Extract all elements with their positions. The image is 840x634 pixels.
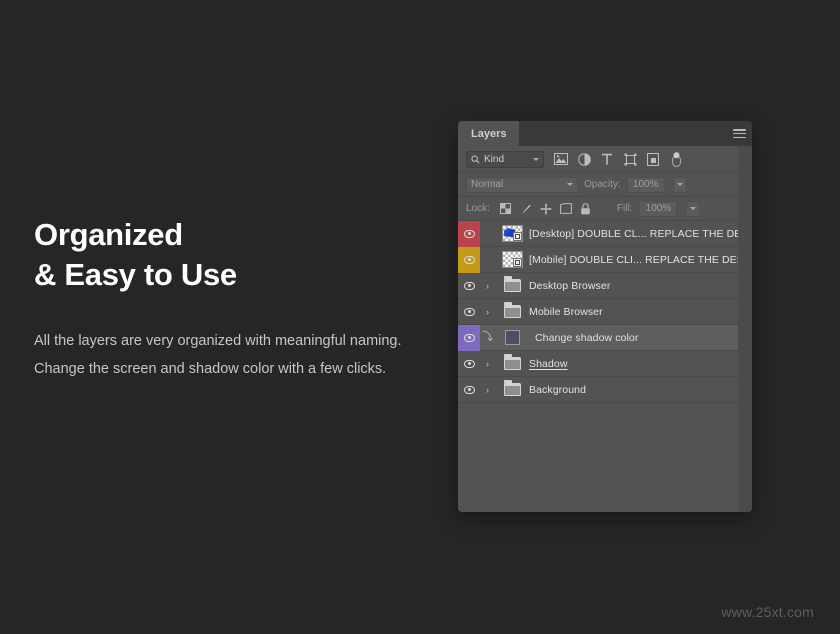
filter-type-icons bbox=[554, 151, 683, 167]
clipping-mask-icon: ⤵ bbox=[482, 331, 493, 343]
filter-toggle-switch-icon[interactable] bbox=[669, 151, 683, 167]
type-layer-filter-icon[interactable] bbox=[600, 152, 614, 166]
blend-mode-select[interactable]: Normal bbox=[466, 176, 578, 193]
layer-row[interactable]: [Desktop] DOUBLE CL... REPLACE THE DESIG… bbox=[458, 220, 752, 247]
layer-visibility-toggle[interactable] bbox=[458, 299, 480, 325]
layers-panel: Layers Kind Normal Opacity: 100% Lock: F… bbox=[458, 121, 752, 512]
group-disclosure-icon[interactable]: › bbox=[480, 281, 495, 291]
panel-menu-button[interactable] bbox=[726, 121, 752, 146]
layer-name-label[interactable]: [Desktop] DOUBLE CL... REPLACE THE DESIG… bbox=[529, 228, 752, 240]
opacity-input[interactable]: 100% bbox=[626, 176, 665, 193]
lock-image-pixels-icon[interactable] bbox=[520, 203, 532, 215]
fill-label: Fill: bbox=[616, 203, 633, 214]
hamburger-menu-icon bbox=[732, 129, 746, 138]
opacity-stepper[interactable] bbox=[672, 176, 687, 193]
opacity-label: Opacity: bbox=[584, 179, 621, 190]
solid-color-swatch[interactable] bbox=[495, 330, 529, 345]
layer-name-label[interactable]: Mobile Browser bbox=[529, 306, 752, 318]
lock-icon-group bbox=[500, 202, 592, 215]
eye-icon bbox=[463, 385, 475, 394]
eye-icon bbox=[463, 229, 475, 238]
lock-position-icon[interactable] bbox=[540, 202, 552, 215]
layer-row[interactable]: [Mobile] DOUBLE CLI... REPLACE THE DESIG… bbox=[458, 246, 752, 273]
layer-visibility-toggle[interactable] bbox=[458, 273, 480, 299]
folder-icon bbox=[495, 302, 529, 318]
tab-strip-spacer bbox=[519, 121, 726, 146]
layer-visibility-toggle[interactable] bbox=[458, 351, 480, 377]
pixel-layer-filter-icon[interactable] bbox=[554, 152, 568, 166]
group-disclosure-icon[interactable]: › bbox=[480, 359, 495, 369]
eye-icon bbox=[463, 307, 475, 316]
layer-name-label[interactable]: Desktop Browser bbox=[529, 280, 752, 292]
eye-icon bbox=[463, 281, 475, 290]
group-disclosure-icon[interactable]: › bbox=[480, 307, 495, 317]
layer-row[interactable]: › Desktop Browser bbox=[458, 273, 752, 299]
layer-name-label[interactable]: Background bbox=[529, 384, 752, 396]
lock-transparent-pixels-icon[interactable] bbox=[500, 203, 512, 215]
filter-kind-label: Kind bbox=[484, 153, 505, 165]
tab-layers[interactable]: Layers bbox=[458, 121, 520, 146]
slide-canvas: Organized & Easy to Use All the layers a… bbox=[0, 0, 840, 634]
blend-mode-row: Normal Opacity: 100% bbox=[458, 173, 752, 197]
layer-list: [Desktop] DOUBLE CL... REPLACE THE DESIG… bbox=[458, 220, 752, 403]
folder-icon bbox=[495, 276, 529, 292]
headline-line-2: & Easy to Use bbox=[34, 257, 237, 292]
folder-icon bbox=[495, 380, 529, 396]
description-paragraph: All the layers are very organized with m… bbox=[34, 333, 402, 377]
blend-mode-label: Normal bbox=[471, 179, 504, 190]
lock-row: Lock: Fill: 100% bbox=[458, 197, 752, 221]
layer-row[interactable]: › Shadow bbox=[458, 351, 752, 377]
chevron-down-icon bbox=[567, 183, 573, 186]
filter-kind-select[interactable]: Kind bbox=[466, 150, 544, 168]
smart-object-filter-icon[interactable] bbox=[646, 152, 660, 166]
search-icon bbox=[471, 154, 480, 163]
panel-tab-strip: Layers bbox=[458, 121, 752, 146]
shape-layer-filter-icon[interactable] bbox=[623, 152, 637, 166]
smart-object-badge-icon bbox=[512, 258, 522, 267]
layer-row[interactable]: › Mobile Browser bbox=[458, 299, 752, 325]
chevron-down-icon bbox=[533, 157, 539, 161]
chevron-down-icon bbox=[690, 207, 697, 210]
layer-thumbnail bbox=[495, 251, 529, 268]
marketing-copy-block: Organized & Easy to Use All the layers a… bbox=[34, 215, 414, 383]
layer-list-empty-area bbox=[458, 403, 752, 509]
panel-scroll-gutter[interactable] bbox=[738, 146, 752, 512]
watermark-text: www.25xt.com bbox=[721, 604, 814, 620]
adjustment-layer-filter-icon[interactable] bbox=[577, 152, 591, 166]
layer-row[interactable]: › Background bbox=[458, 377, 752, 403]
layer-thumbnail bbox=[495, 225, 529, 242]
layer-visibility-toggle[interactable] bbox=[458, 246, 480, 273]
layer-filter-row: Kind bbox=[458, 146, 752, 173]
layer-visibility-toggle[interactable] bbox=[458, 377, 480, 403]
folder-icon bbox=[495, 354, 529, 370]
eye-icon bbox=[463, 333, 475, 342]
layer-name-label[interactable]: Change shadow color bbox=[535, 332, 752, 344]
headline-line-1: Organized bbox=[34, 217, 183, 252]
tab-layers-label: Layers bbox=[471, 127, 507, 140]
group-disclosure-icon[interactable]: › bbox=[480, 385, 495, 395]
fill-input[interactable]: 100% bbox=[639, 200, 678, 217]
eye-icon bbox=[463, 359, 475, 368]
lock-all-icon[interactable] bbox=[580, 202, 592, 215]
layer-row[interactable]: ⤵ Change shadow color bbox=[458, 324, 752, 351]
fill-stepper[interactable] bbox=[686, 200, 701, 217]
layer-visibility-toggle[interactable] bbox=[458, 324, 480, 351]
layer-name-label[interactable]: [Mobile] DOUBLE CLI... REPLACE THE DESIG… bbox=[529, 254, 752, 266]
lock-artboard-nesting-icon[interactable] bbox=[560, 203, 572, 215]
smart-object-badge-icon bbox=[512, 232, 522, 241]
layer-name-label[interactable]: Shadow bbox=[529, 358, 752, 370]
eye-icon bbox=[463, 255, 475, 264]
page-title: Organized & Easy to Use bbox=[34, 215, 414, 295]
layer-visibility-toggle[interactable] bbox=[458, 220, 480, 247]
chevron-down-icon bbox=[676, 183, 683, 186]
lock-label: Lock: bbox=[466, 203, 490, 214]
